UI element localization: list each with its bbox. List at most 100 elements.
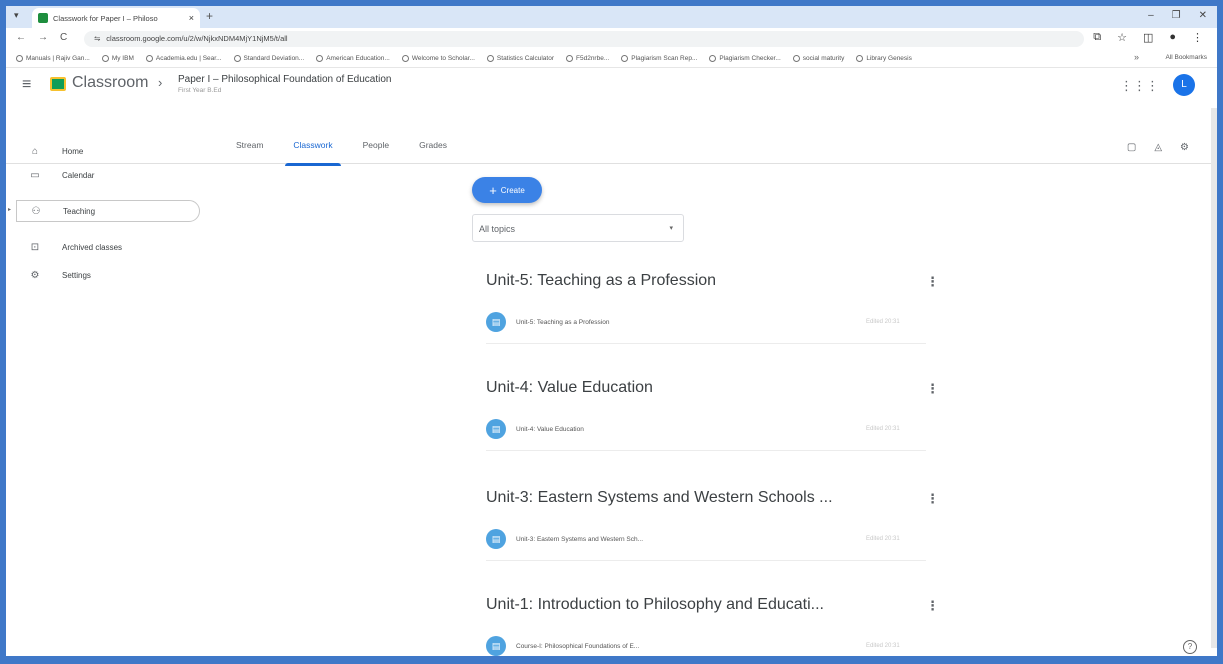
plus-icon: +	[489, 182, 497, 198]
tab-people[interactable]: People	[363, 140, 389, 156]
material-title: Unit-5: Teaching as a Profession	[516, 318, 610, 326]
browser-actions: ⧉ ☆ ◫ ● ⋮	[1093, 31, 1203, 44]
browser-tab-title: Classwork for Paper I – Philoso	[53, 13, 158, 23]
bookmark-item[interactable]: Welcome to Scholar...	[401, 55, 475, 62]
globe-icon	[621, 55, 629, 62]
back-icon[interactable]: ←	[16, 32, 26, 43]
sidebar-item-label: Settings	[62, 270, 91, 280]
divider	[486, 560, 926, 561]
topic-title[interactable]: Unit-3: Eastern Systems and Western Scho…	[486, 489, 833, 507]
topic-title[interactable]: Unit-5: Teaching as a Profession	[486, 272, 716, 290]
bookmark-item[interactable]: F5d2nrbe...	[566, 55, 609, 62]
topics-filter-dropdown[interactable]: All topics ▾	[472, 214, 684, 242]
site-info-icon[interactable]: ⇋	[94, 34, 100, 43]
calendar-icon[interactable]: ▢	[1127, 142, 1136, 153]
window-controls: – ❐ ✕	[1148, 10, 1207, 21]
reload-icon[interactable]: C	[60, 32, 67, 43]
nav-buttons: ← → C	[16, 32, 67, 43]
sidebar-item-home[interactable]: ⌂ Home	[6, 140, 83, 162]
address-bar[interactable]: ⇋ classroom.google.com/u/2/w/NjkxNDM4MjY1…	[84, 31, 1084, 47]
material-title: Unit-4: Value Education	[516, 425, 584, 433]
help-icon[interactable]: ?	[1183, 640, 1197, 654]
profile-icon[interactable]: ●	[1169, 31, 1176, 44]
tab-search-icon[interactable]: ▾	[14, 10, 19, 21]
more-options-icon[interactable]: ⋮	[926, 491, 939, 507]
material-icon: ▤	[486, 312, 506, 332]
tab-classwork[interactable]: Classwork	[285, 140, 341, 166]
classroom-logo-icon	[50, 77, 66, 91]
bookmarks-overflow-icon[interactable]: »	[1134, 52, 1139, 62]
breadcrumb-separator: ›	[158, 75, 163, 90]
browser-tab[interactable]: Classwork for Paper I – Philoso ×	[32, 8, 200, 28]
topic-title[interactable]: Unit-1: Introduction to Philosophy and E…	[486, 596, 824, 614]
tab-stream[interactable]: Stream	[236, 140, 263, 156]
sidebar-item-label: Home	[62, 146, 84, 156]
bookmark-item[interactable]: Academia.edu | Sear...	[145, 55, 222, 62]
more-options-icon[interactable]: ⋮	[926, 598, 939, 614]
bookmark-item[interactable]: Statistics Calculator	[486, 55, 554, 62]
brand-name[interactable]: Classroom	[72, 74, 148, 92]
classwork-actions: ▢ ◬ ⚙	[1127, 142, 1189, 153]
bookmark-item[interactable]: Standard Deviation...	[233, 55, 304, 62]
create-button[interactable]: + Create	[472, 177, 542, 203]
sidebar-item-label: Calendar	[62, 170, 95, 180]
sidebar-item-label: Archived classes	[62, 242, 123, 252]
home-icon: ⌂	[31, 145, 39, 157]
bookmark-item[interactable]: American Education...	[316, 55, 390, 62]
close-tab-icon[interactable]: ×	[189, 13, 194, 23]
main-menu-icon[interactable]: ≡	[22, 76, 31, 94]
class-settings-icon[interactable]: ⚙	[1180, 142, 1189, 153]
tab-grades[interactable]: Grades	[419, 140, 447, 156]
drive-folder-icon[interactable]: ◬	[1154, 142, 1162, 153]
material-item[interactable]: ▤ Unit-4: Value Education Edited 20:31	[486, 418, 956, 440]
new-tab-button[interactable]: +	[206, 9, 213, 23]
bookmark-item[interactable]: Plagiarism Checker...	[709, 55, 781, 62]
material-title: Unit-3: Eastern Systems and Western Sch.…	[516, 535, 644, 543]
material-icon: ▤	[486, 636, 506, 656]
more-options-icon[interactable]: ⋮	[926, 274, 939, 290]
app-header: ≡ Classroom › Paper I – Philosophical Fo…	[6, 68, 1217, 108]
globe-icon	[16, 55, 23, 62]
sidebar-item-settings[interactable]: ⚙ Settings	[6, 264, 91, 286]
browser-menu-icon[interactable]: ⋮	[1192, 31, 1203, 44]
globe-icon	[792, 55, 800, 62]
bookmark-item[interactable]: Plagiarism Scan Rep...	[621, 55, 697, 62]
google-apps-icon[interactable]: ⋮⋮⋮	[1120, 78, 1159, 94]
minimize-icon[interactable]: –	[1148, 10, 1154, 21]
bookmark-item[interactable]: Manuals | Rajiv Gan...	[16, 55, 90, 62]
globe-icon	[316, 55, 324, 62]
restore-icon[interactable]: ❐	[1172, 10, 1181, 21]
gear-icon: ⚙	[30, 269, 40, 281]
material-item[interactable]: ▤ Unit-5: Teaching as a Profession Edite…	[486, 311, 956, 333]
globe-icon	[709, 55, 717, 62]
calendar-icon: ▭	[30, 169, 40, 181]
expand-arrow-icon[interactable]: ▸	[8, 206, 11, 213]
sidebar-item-teaching[interactable]: ⚇ Teaching	[16, 200, 200, 222]
course-title[interactable]: Paper I – Philosophical Foundation of Ed…	[178, 74, 391, 85]
material-icon: ▤	[486, 419, 506, 439]
material-item[interactable]: ▤ Course-I: Philosophical Foundations of…	[486, 635, 956, 656]
sidebar-item-calendar[interactable]: ▭ Calendar	[6, 164, 94, 186]
sidebar-item-label: Teaching	[63, 206, 96, 216]
course-subtitle: First Year B.Ed	[178, 87, 222, 94]
edited-time: Edited 20:31	[866, 319, 900, 325]
bookmark-item[interactable]: Library Genesis	[856, 55, 912, 62]
all-bookmarks-button[interactable]: All Bookmarks	[1157, 54, 1207, 61]
close-window-icon[interactable]: ✕	[1199, 10, 1207, 21]
sidebar-item-archived[interactable]: ⊡ Archived classes	[6, 236, 122, 258]
bookmark-star-icon[interactable]: ☆	[1117, 31, 1127, 44]
forward-icon[interactable]: →	[38, 32, 48, 43]
topic-title[interactable]: Unit-4: Value Education	[486, 379, 653, 397]
install-icon[interactable]: ⧉	[1093, 31, 1101, 44]
material-item[interactable]: ▤ Unit-3: Eastern Systems and Western Sc…	[486, 528, 956, 550]
bookmark-item[interactable]: social maturity	[792, 55, 844, 62]
page-scrollbar[interactable]	[1211, 108, 1217, 648]
avatar[interactable]: L	[1173, 74, 1195, 96]
more-options-icon[interactable]: ⋮	[926, 381, 939, 397]
edited-time: Edited 20:31	[866, 643, 900, 649]
classroom-favicon-icon	[38, 13, 48, 23]
browser-tab-strip: ▾ Classwork for Paper I – Philoso × + – …	[6, 6, 1217, 28]
extensions-icon[interactable]: ◫	[1143, 31, 1153, 44]
globe-icon	[486, 55, 494, 62]
bookmark-item[interactable]: My IBM	[101, 55, 134, 62]
